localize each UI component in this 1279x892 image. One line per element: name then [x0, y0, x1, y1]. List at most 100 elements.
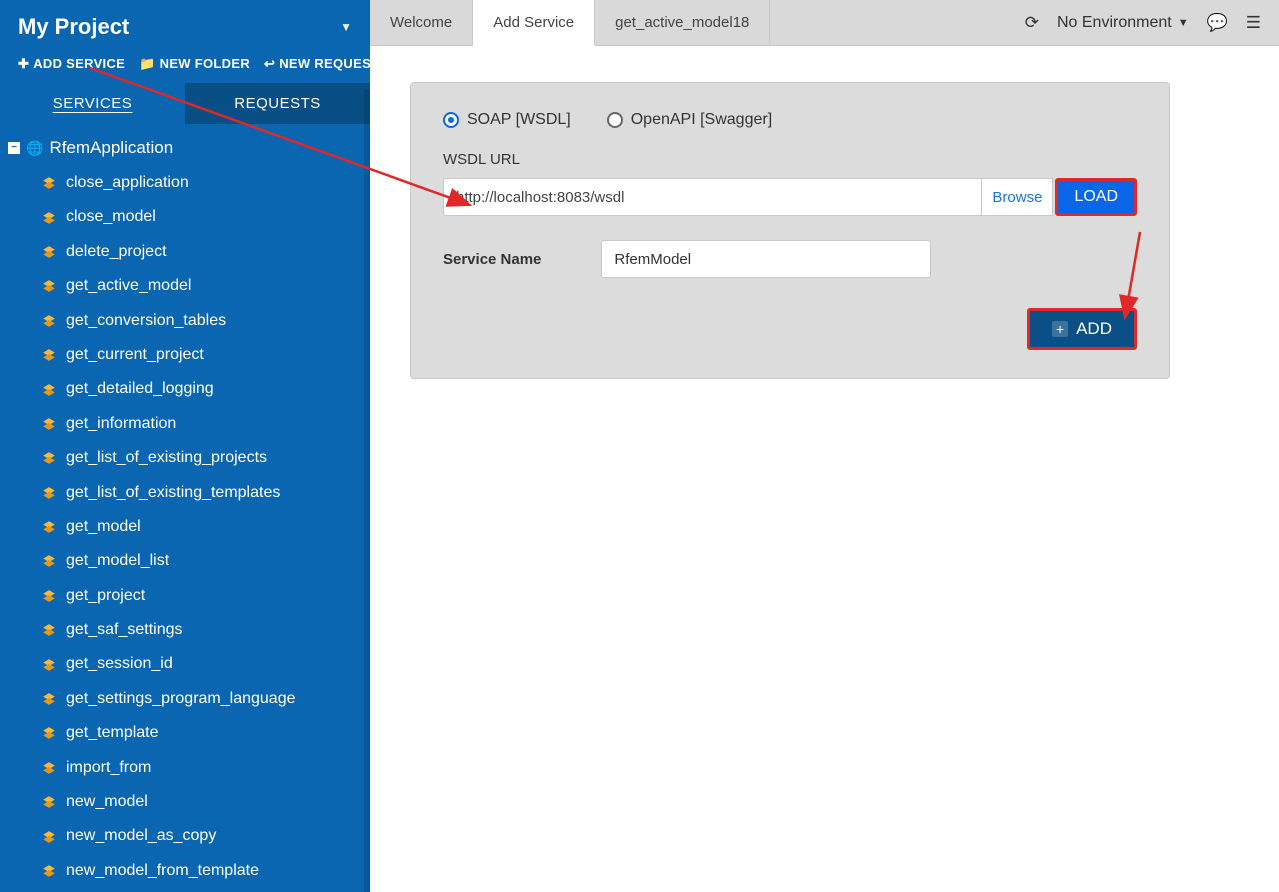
tree-item[interactable]: get_current_project: [0, 338, 370, 372]
tree-item-label: get_settings_program_language: [66, 688, 296, 710]
layers-icon: [42, 864, 56, 878]
radio-soap[interactable]: SOAP [WSDL]: [443, 111, 571, 129]
tree-item[interactable]: close_model: [0, 200, 370, 234]
layers-icon: [42, 692, 56, 706]
tree-item-label: new_model_as_copy: [66, 825, 216, 847]
main-tabs: WelcomeAdd Serviceget_active_model18: [370, 0, 770, 45]
tree-root-row[interactable]: − 🌐 RfemApplication: [0, 130, 370, 166]
layers-icon: [42, 451, 56, 465]
main-tab[interactable]: Add Service: [473, 0, 595, 46]
layers-icon: [42, 761, 56, 775]
tree-item-label: get_template: [66, 722, 159, 744]
layers-icon: [42, 795, 56, 809]
layers-icon: [42, 623, 56, 637]
layers-icon: [42, 726, 56, 740]
radio-openapi-label: OpenAPI [Swagger]: [631, 111, 772, 129]
radio-openapi[interactable]: OpenAPI [Swagger]: [607, 111, 772, 129]
tree-item-label: get_model_list: [66, 550, 169, 572]
tree-item[interactable]: get_settings_program_language: [0, 682, 370, 716]
tree-item-label: get_active_model: [66, 275, 191, 297]
tree-item[interactable]: get_information: [0, 407, 370, 441]
radio-soap-label: SOAP [WSDL]: [467, 111, 571, 129]
service-tree: − 🌐 RfemApplication close_applicationclo…: [0, 124, 370, 892]
menu-icon[interactable]: ☰: [1246, 13, 1261, 33]
new-request-label: NEW REQUEST: [279, 56, 370, 71]
tree-item-label: get_list_of_existing_projects: [66, 447, 267, 469]
chevron-down-icon: ▼: [1178, 17, 1189, 29]
new-request-button[interactable]: ↩ NEW REQUEST: [264, 56, 370, 71]
add-service-label: ADD SERVICE: [33, 56, 125, 71]
tree-item-label: delete_project: [66, 241, 167, 263]
tree-item[interactable]: get_session_id: [0, 647, 370, 681]
tree-item-label: get_model: [66, 516, 141, 538]
tree-item[interactable]: get_saf_settings: [0, 613, 370, 647]
tree-item-label: get_information: [66, 413, 176, 435]
service-name-input[interactable]: RfemModel: [601, 240, 931, 278]
main-tab[interactable]: get_active_model18: [595, 0, 770, 45]
load-button[interactable]: LOAD: [1055, 178, 1137, 216]
service-name-label: Service Name: [443, 251, 541, 268]
project-menu-caret-icon[interactable]: ▼: [340, 20, 352, 34]
add-button[interactable]: + ADD: [1027, 308, 1137, 350]
request-icon: ↩: [264, 57, 275, 70]
tree-collapse-icon[interactable]: −: [8, 142, 20, 154]
tree-item[interactable]: new_model_from_template: [0, 854, 370, 888]
tree-item[interactable]: get_model_list: [0, 544, 370, 578]
tree-item[interactable]: get_model: [0, 510, 370, 544]
tree-item-label: get_current_project: [66, 344, 204, 366]
main-tab[interactable]: Welcome: [370, 0, 473, 45]
tree-item[interactable]: close_application: [0, 166, 370, 200]
tree-item-label: get_saf_settings: [66, 619, 183, 641]
layers-icon: [42, 211, 56, 225]
layers-icon: [42, 554, 56, 568]
radio-dot-icon: [607, 112, 623, 128]
wsdl-url-row: http://localhost:8083/wsdl Browse LOAD: [443, 178, 1137, 216]
tree-item[interactable]: get_project: [0, 579, 370, 613]
plus-icon: +: [1052, 321, 1068, 337]
chat-icon[interactable]: 💬: [1207, 13, 1228, 33]
tree-item-label: get_list_of_existing_templates: [66, 482, 280, 504]
tree-item[interactable]: get_active_model: [0, 269, 370, 303]
globe-icon: 🌐: [26, 140, 43, 157]
environment-picker[interactable]: No Environment ▼: [1057, 14, 1189, 32]
sidebar-actions: ✚ ADD SERVICE 📁 NEW FOLDER ↩ NEW REQUEST: [0, 50, 370, 83]
add-button-label: ADD: [1076, 319, 1112, 339]
add-service-button[interactable]: ✚ ADD SERVICE: [18, 56, 125, 71]
environment-label: No Environment: [1057, 14, 1172, 32]
panel-footer: + ADD: [443, 308, 1137, 350]
main-area: WelcomeAdd Serviceget_active_model18 ⟳ N…: [370, 0, 1279, 892]
tab-requests[interactable]: REQUESTS: [185, 83, 370, 124]
refresh-icon[interactable]: ⟳: [1025, 13, 1039, 33]
topbar: WelcomeAdd Serviceget_active_model18 ⟳ N…: [370, 0, 1279, 46]
layers-icon: [42, 589, 56, 603]
sidebar-scrollbar[interactable]: [364, 90, 370, 892]
api-type-radio-group: SOAP [WSDL] OpenAPI [Swagger]: [443, 111, 1137, 129]
wsdl-url-input[interactable]: http://localhost:8083/wsdl: [443, 178, 982, 216]
tree-item[interactable]: get_list_of_existing_templates: [0, 476, 370, 510]
layers-icon: [42, 658, 56, 672]
layers-icon: [42, 830, 56, 844]
tree-item[interactable]: delete_project: [0, 235, 370, 269]
radio-dot-icon: [443, 112, 459, 128]
layers-icon: [42, 383, 56, 397]
tree-item-label: new_model: [66, 791, 148, 813]
tree-item[interactable]: get_detailed_logging: [0, 372, 370, 406]
add-service-panel: SOAP [WSDL] OpenAPI [Swagger] WSDL URL h…: [410, 82, 1170, 379]
tree-item-label: get_conversion_tables: [66, 310, 226, 332]
tree-item-label: import_from: [66, 757, 151, 779]
tree-item-label: close_model: [66, 206, 156, 228]
service-name-row: Service Name RfemModel: [443, 240, 1137, 278]
tree-item[interactable]: new_model_as_copy: [0, 819, 370, 853]
tree-item[interactable]: get_conversion_tables: [0, 304, 370, 338]
topbar-right: ⟳ No Environment ▼ 💬 ☰: [1025, 0, 1279, 45]
new-folder-button[interactable]: 📁 NEW FOLDER: [139, 56, 250, 71]
project-title: My Project: [18, 14, 129, 40]
tree-item-label: get_session_id: [66, 653, 173, 675]
tree-item[interactable]: new_model: [0, 785, 370, 819]
tab-services[interactable]: SERVICES: [0, 83, 185, 124]
tree-item[interactable]: get_list_of_existing_projects: [0, 441, 370, 475]
tree-item[interactable]: import_from: [0, 751, 370, 785]
tree-item[interactable]: get_template: [0, 716, 370, 750]
layers-icon: [42, 176, 56, 190]
browse-button[interactable]: Browse: [982, 178, 1053, 216]
